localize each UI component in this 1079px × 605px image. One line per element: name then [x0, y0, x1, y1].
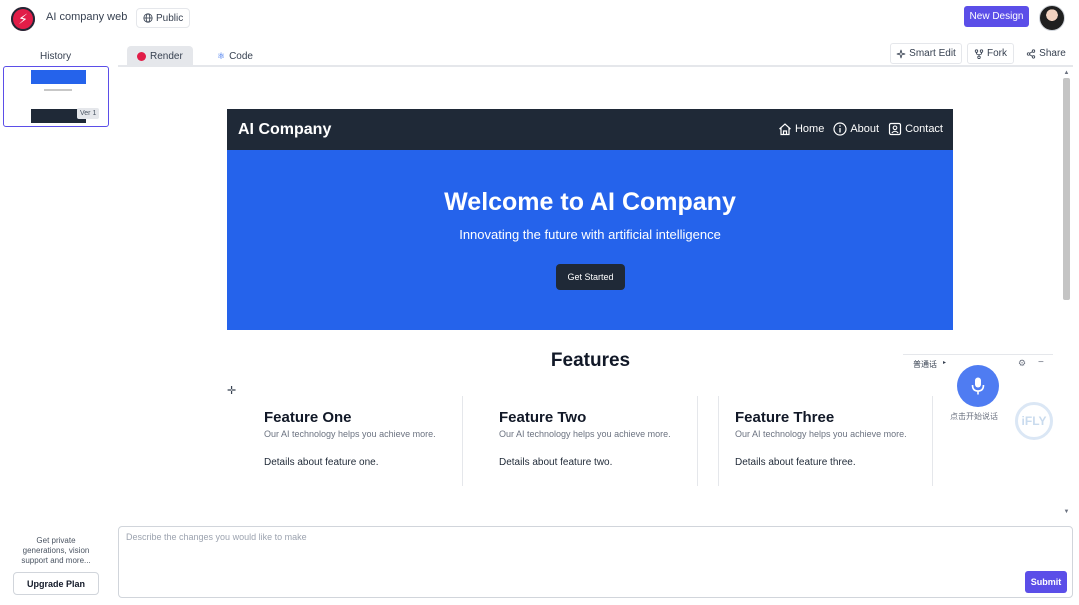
share-icon [1026, 48, 1036, 59]
version-badge: Ver 1 [77, 108, 100, 119]
scroll-up-icon[interactable]: ▲ [1063, 69, 1070, 77]
site-hero: Welcome to AI Company Innovating the fut… [227, 150, 953, 330]
upgrade-promo-text: Get private generations, vision support … [21, 536, 91, 565]
feature-title: Feature Three [735, 409, 835, 426]
voice-hint: 点击开始说话 [950, 412, 998, 421]
project-title[interactable]: AI company web [46, 11, 127, 23]
feature-detail: Details about feature two. [499, 457, 613, 468]
sparkle-icon [896, 49, 906, 59]
app-logo-icon[interactable]: ⚡ [11, 7, 35, 31]
feature-card: Feature Two Our AI technology helps you … [483, 396, 698, 486]
feature-card: Feature One Our AI technology helps you … [248, 396, 463, 486]
move-cursor-icon: ✛ [227, 385, 237, 397]
site-nav-links: Home About Contact [778, 122, 943, 136]
smart-edit-label: Smart Edit [909, 48, 956, 59]
caret-right-icon[interactable]: ▸ [943, 359, 946, 366]
feature-tagline: Our AI technology helps you achieve more… [735, 429, 907, 439]
voice-settings-icon[interactable]: ⚙ [1018, 358, 1026, 369]
tab-code[interactable]: ⚛ Code [207, 46, 263, 67]
thumb-line-preview [44, 89, 72, 91]
scrollbar-thumb[interactable] [1063, 78, 1070, 300]
nav-link-home[interactable]: Home [778, 122, 824, 136]
view-tabs: Render ⚛ Code Smart Edit Fork Share [118, 43, 1073, 67]
site-navbar: AI Company Home About Contact [227, 109, 953, 150]
tab-render-label: Render [150, 51, 183, 62]
feature-title: Feature Two [499, 409, 587, 426]
fork-icon [974, 48, 984, 59]
info-icon [833, 122, 847, 136]
voice-widget-bar [903, 354, 1053, 355]
tab-code-label: Code [229, 51, 253, 62]
hero-title: Welcome to AI Company [444, 188, 736, 216]
smart-edit-button[interactable]: Smart Edit [890, 43, 962, 64]
feature-tagline: Our AI technology helps you achieve more… [499, 429, 671, 439]
visibility-button[interactable]: Public [136, 8, 191, 28]
tab-render[interactable]: Render [127, 46, 193, 67]
globe-icon [143, 13, 153, 23]
contact-icon [888, 122, 902, 136]
thumb-hero-preview [31, 70, 86, 84]
history-heading: History [40, 51, 72, 62]
share-label: Share [1039, 48, 1066, 59]
fork-button[interactable]: Fork [967, 43, 1014, 64]
feature-card: Feature Three Our AI technology helps yo… [718, 396, 933, 486]
feature-title: Feature One [264, 409, 352, 426]
site-brand[interactable]: AI Company [238, 121, 331, 139]
ifly-logo: iFLY [1015, 402, 1053, 440]
top-bar: ⚡ AI company web Public New Design [0, 0, 1079, 36]
render-preview[interactable]: AI Company Home About Contact Welcome to… [118, 68, 1063, 518]
user-avatar[interactable] [1039, 5, 1065, 31]
get-started-button[interactable]: Get Started [556, 264, 625, 290]
prompt-input[interactable] [126, 532, 1016, 592]
scroll-down-icon[interactable]: ▼ [1063, 508, 1070, 516]
code-icon: ⚛ [217, 51, 226, 61]
hero-subtitle: Innovating the future with artificial in… [459, 227, 721, 242]
feature-tagline: Our AI technology helps you achieve more… [264, 429, 436, 439]
share-button[interactable]: Share [1020, 43, 1072, 64]
home-icon [778, 122, 792, 136]
feature-detail: Details about feature three. [735, 457, 856, 468]
visibility-label: Public [156, 12, 184, 24]
submit-button[interactable]: Submit [1025, 571, 1067, 593]
app-root: ⚡ AI company web Public New Design Histo… [0, 0, 1079, 605]
nav-link-label: About [850, 123, 880, 135]
nav-link-label: Home [794, 123, 825, 135]
voice-language-label[interactable]: 普通话 [913, 359, 937, 370]
nav-link-about[interactable]: About [833, 122, 879, 136]
nav-link-contact[interactable]: Contact [888, 122, 943, 136]
prompt-box: Submit [118, 526, 1073, 598]
feature-detail: Details about feature one. [264, 457, 379, 468]
upgrade-plan-button[interactable]: Upgrade Plan [13, 572, 99, 595]
microphone-icon [969, 376, 987, 396]
nav-link-label: Contact [905, 123, 943, 135]
microphone-button[interactable] [957, 365, 999, 407]
voice-minimize-icon[interactable]: − [1038, 357, 1044, 368]
fork-label: Fork [987, 48, 1007, 59]
new-design-button[interactable]: New Design [964, 6, 1029, 27]
history-item[interactable]: Ver 1 [3, 66, 109, 127]
render-icon [137, 52, 146, 61]
